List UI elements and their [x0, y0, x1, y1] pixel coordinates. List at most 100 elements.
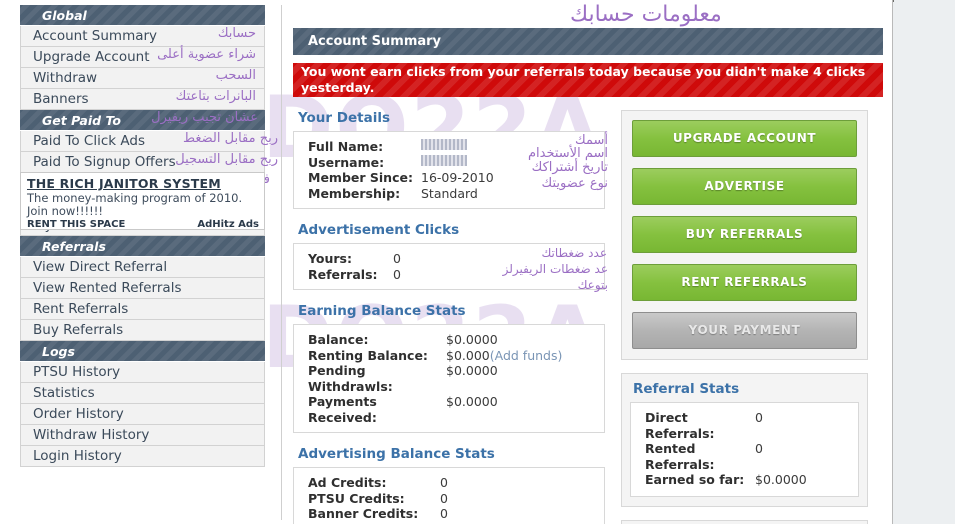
ad-rent-space-link[interactable]: RENT THIS SPACE: [27, 219, 125, 230]
ad-line-2: Join now!!!!!!: [27, 203, 103, 218]
credits-value: 0: [440, 506, 448, 521]
your-details-box: Full Name: Username: Member Since: 16-09-20…: [293, 131, 605, 209]
sidebar: Global Account Summary Upgrade Account With…: [20, 5, 265, 467]
sidebar-item-label: Order History: [33, 406, 124, 422]
table-row: PTSU Credits: 0: [294, 491, 604, 507]
credits-label: PTSU Credits:: [308, 490, 405, 506]
table-row: Renting Balance: $0.000 (Add funds): [294, 348, 604, 364]
advertising-balance-box: Ad Credits: 0 PTSU Credits: 0 Banner Credits…: [293, 467, 605, 524]
balance-label: Balance:: [308, 332, 369, 347]
sidebar-group-label: Logs: [42, 344, 75, 359]
advertise-button[interactable]: ADVERTISE: [632, 168, 857, 205]
referral-stats-box: Direct Referrals: 0 Rented Referrals: 0 Earn…: [630, 402, 859, 497]
referral-stat-label: Earned so far:: [645, 472, 745, 487]
right-gutter: [894, 0, 955, 524]
sidebar-item-label: Buy Referrals: [33, 322, 124, 338]
balance-label: Pending Withdrawls:: [308, 363, 393, 394]
ad-provider-label: AdHitz Ads: [197, 219, 259, 230]
table-row: Yours: 0: [294, 251, 604, 267]
globe-panel: [621, 519, 868, 524]
clicks-label: Referrals:: [308, 266, 378, 282]
sidebar-item-view-rented-referrals[interactable]: View Rented Referrals: [20, 278, 265, 299]
referral-stat-label: Rented Referrals:: [645, 441, 715, 472]
censored-value: [421, 139, 467, 150]
arabic-page-title: معلومات حسابك: [570, 2, 722, 27]
sidebar-item-order-history[interactable]: Order History: [20, 404, 265, 425]
buy-referrals-button[interactable]: BUY REFERRALS: [632, 216, 857, 253]
sidebar-item-rent-referrals[interactable]: Rent Referrals: [20, 299, 265, 320]
detail-label: Membership:: [308, 185, 401, 201]
credits-label: Ad Credits:: [308, 475, 387, 490]
detail-label: Member Since:: [308, 170, 413, 185]
table-row: Full Name:: [294, 139, 604, 155]
credits-label: Banner Credits:: [308, 506, 419, 521]
sidebar-advertisement[interactable]: THE RICH JANITOR SYSTEM The money-making…: [20, 172, 265, 230]
sidebar-item-label: Banners: [33, 91, 89, 107]
clicks-label: Yours:: [308, 251, 352, 266]
sidebar-item-upgrade-account[interactable]: Upgrade Account: [20, 47, 265, 68]
detail-value: 16-09-2010: [421, 170, 494, 185]
credits-value: 0: [440, 475, 448, 490]
sidebar-item-view-direct-referral[interactable]: View Direct Referral: [20, 257, 265, 278]
sidebar-item-label: Login History: [33, 448, 122, 464]
table-row: Ad Credits: 0: [294, 475, 604, 491]
add-funds-link[interactable]: (Add funds): [490, 348, 563, 364]
sidebar-group-label: Get Paid To: [42, 113, 121, 128]
referral-stat-value: 0: [755, 410, 763, 425]
balance-value: $0.000: [446, 347, 490, 363]
advertising-balance-title: Advertising Balance Stats: [298, 446, 495, 462]
earning-balance-section: Earning Balance Stats Balance: $0.0000 Ren…: [293, 303, 605, 433]
table-row: Referrals: 0: [294, 267, 604, 283]
credits-value: 0: [440, 490, 448, 506]
sidebar-item-ptsu-history[interactable]: PTSU History: [20, 362, 265, 383]
sidebar-group-label: Referrals: [42, 239, 106, 254]
sidebar-item-account-summary[interactable]: Account Summary: [20, 26, 265, 47]
sidebar-item-label: PTSU History: [33, 364, 121, 380]
your-payment-button: YOUR PAYMENT: [632, 312, 857, 349]
rent-referrals-button[interactable]: RENT REFERRALS: [632, 264, 857, 301]
sidebar-group-label: Global: [42, 8, 87, 23]
ad-clicks-box: Yours: 0 Referrals: 0: [293, 243, 605, 290]
sidebar-item-login-history[interactable]: Login History: [20, 446, 265, 467]
balance-value: $0.0000: [446, 332, 498, 347]
sidebar-item-withdraw[interactable]: Withdraw: [20, 68, 265, 89]
balance-label: Renting Balance:: [308, 347, 428, 363]
clicks-value: 0: [393, 266, 401, 282]
sidebar-item-label: Statistics: [33, 385, 95, 401]
sidebar-item-label: Upgrade Account: [33, 49, 150, 65]
your-details-title: Your Details: [298, 110, 390, 126]
ad-line-1: The money-making program of 2010.: [27, 191, 243, 205]
upgrade-account-button[interactable]: UPGRADE ACCOUNT: [632, 120, 857, 157]
referral-stats-panel: Referral Stats Direct Referrals: 0 Rented …: [621, 373, 868, 507]
balance-value: $0.0000: [446, 363, 498, 378]
sidebar-item-statistics[interactable]: Statistics: [20, 383, 265, 404]
table-row: Payments Received: $0.0000: [294, 394, 604, 425]
referral-stats-title: Referral Stats: [633, 381, 740, 397]
table-row: Membership: Standard: [294, 186, 604, 202]
sidebar-item-label: Rent Referrals: [33, 301, 129, 317]
sidebar-item-withdraw-history[interactable]: Withdraw History: [20, 425, 265, 446]
sidebar-item-paid-to-signup-offers[interactable]: Paid To Signup Offers: [20, 152, 265, 173]
detail-value: Standard: [421, 185, 478, 201]
sidebar-item-label: Withdraw: [33, 70, 98, 86]
sidebar-item-label: Account Summary: [33, 28, 158, 44]
earning-balance-box: Balance: $0.0000 Renting Balance: $0.000 (A…: [293, 324, 605, 433]
sidebar-item-label: Withdraw History: [33, 427, 150, 443]
sidebar-item-paid-to-click-ads[interactable]: Paid To Click Ads: [20, 131, 265, 152]
ad-clicks-title: Advertisement Clicks: [298, 222, 460, 238]
table-row: Balance: $0.0000: [294, 332, 604, 348]
advertising-balance-section: Advertising Balance Stats Ad Credits: 0 PT…: [293, 446, 605, 524]
ad-title-link[interactable]: THE RICH JANITOR SYSTEM: [27, 176, 259, 191]
referral-stat-value: 0: [755, 441, 763, 456]
ad-clicks-section: Advertisement Clicks Yours: 0 Referrals: 0: [293, 222, 605, 290]
sidebar-item-buy-referrals[interactable]: Buy Referrals: [20, 320, 265, 341]
sidebar-item-banners[interactable]: Banners: [20, 89, 265, 110]
sidebar-group-header: Referrals: [20, 236, 265, 257]
sidebar-item-label: View Direct Referral: [33, 259, 168, 275]
left-column: Your Details Full Name: Username: Member S…: [293, 110, 605, 524]
table-row: Pending Withdrawls: $0.0000: [294, 363, 604, 394]
referral-stat-label: Direct Referrals:: [645, 410, 715, 441]
right-column: UPGRADE ACCOUNT ADVERTISE BUY REFERRALS REN…: [621, 110, 868, 524]
table-row: Member Since: 16-09-2010: [294, 170, 604, 186]
sidebar-group-header: Get Paid To: [20, 110, 265, 131]
